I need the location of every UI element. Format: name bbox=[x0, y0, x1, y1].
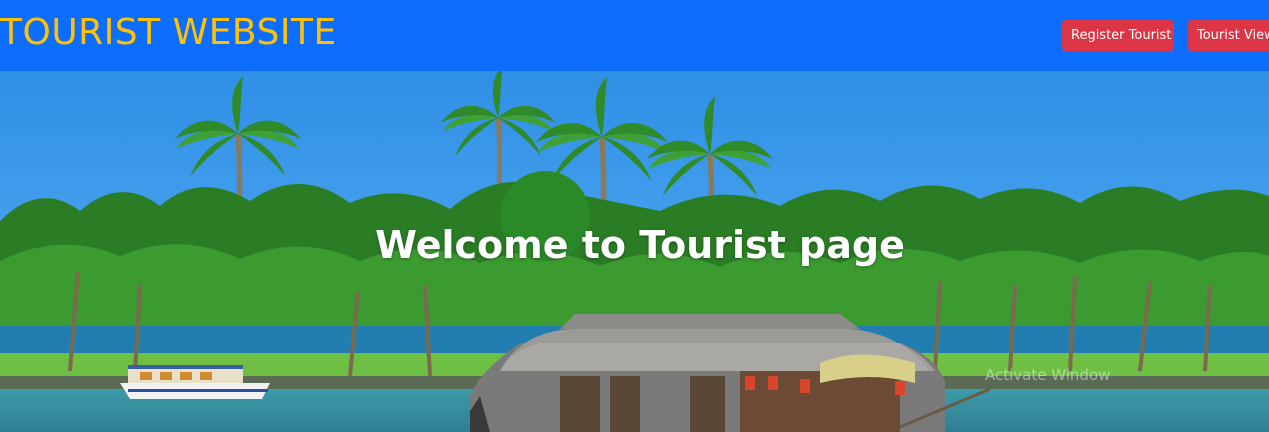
activate-windows-watermark: Activate Window bbox=[985, 366, 1111, 384]
tourist-view-button[interactable]: Tourist View bbox=[1188, 20, 1269, 51]
hero-title: Welcome to Tourist page bbox=[375, 223, 905, 267]
hero-banner: Welcome to Tourist page Activate Window bbox=[0, 71, 1269, 432]
navbar: TOURIST WEBSITE Register Tourist Tourist… bbox=[0, 0, 1269, 71]
site-brand[interactable]: TOURIST WEBSITE bbox=[0, 9, 337, 57]
register-tourist-button[interactable]: Register Tourist bbox=[1062, 20, 1174, 51]
